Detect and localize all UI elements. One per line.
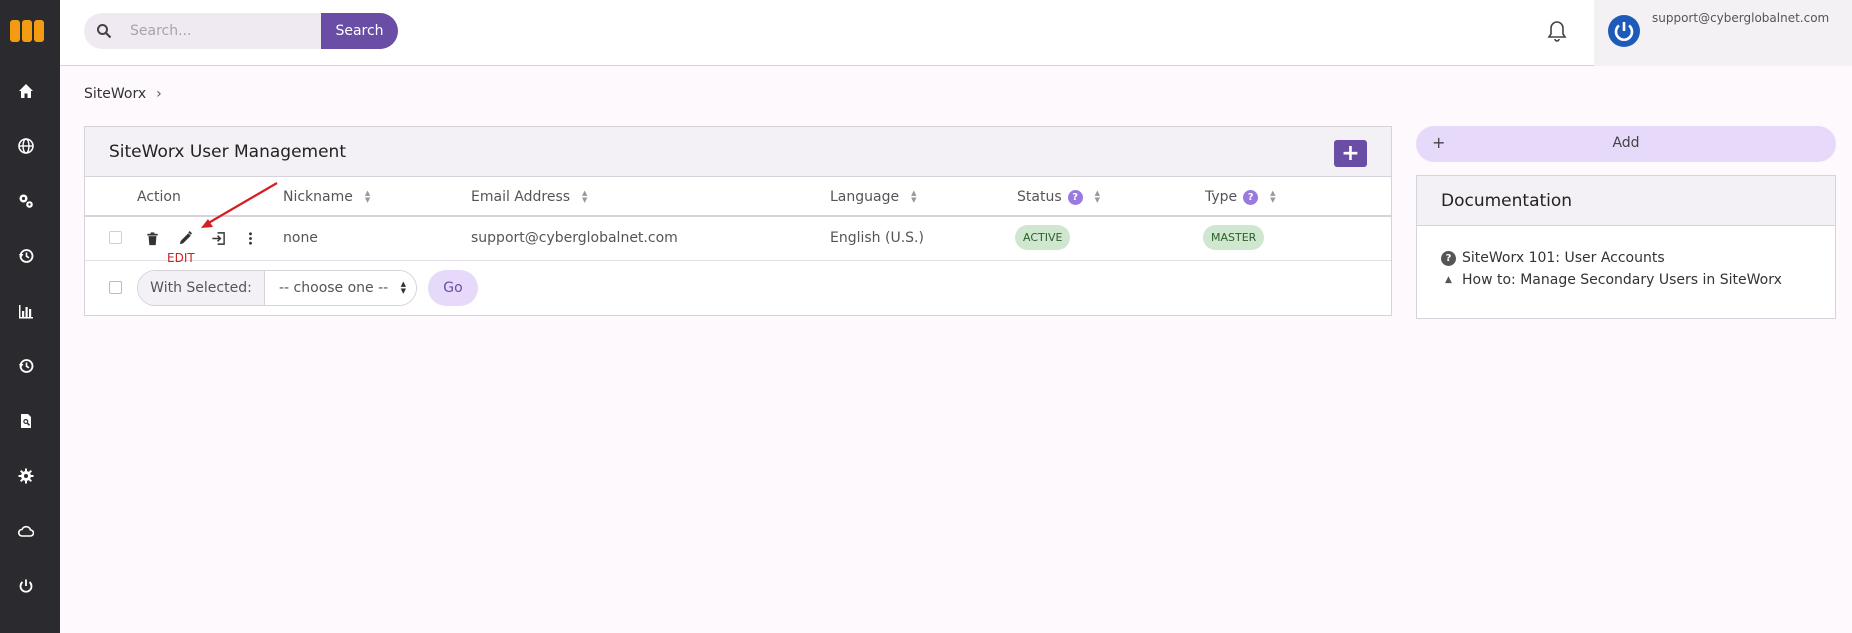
top-bar: Search support@cyberglobalnet.com <box>60 0 1852 66</box>
panel-header: SiteWorx User Management + <box>85 127 1391 177</box>
doc-link-label: How to: Manage Secondary Users in SiteWo… <box>1462 272 1782 288</box>
breadcrumb-siteworx[interactable]: SiteWorx <box>84 86 146 102</box>
column-type[interactable]: Type? ▲ ▼ <box>1205 189 1276 205</box>
type-badge: MASTER <box>1203 225 1265 250</box>
annotation-arrow <box>201 182 278 228</box>
sidebar <box>0 0 60 633</box>
cell-language: English (U.S.) <box>830 230 924 246</box>
gear-icon[interactable] <box>16 466 36 486</box>
cell-email: support@cyberglobalnet.com <box>471 230 678 246</box>
go-button[interactable]: Go <box>428 270 478 306</box>
search-button[interactable]: Search <box>321 13 398 49</box>
search-icon <box>97 24 112 39</box>
column-status-label: Status <box>1017 189 1062 205</box>
search-box <box>84 13 321 49</box>
globe-icon[interactable] <box>16 136 36 156</box>
column-nickname-label: Nickname <box>283 189 353 205</box>
chevron-right-icon: › <box>156 86 162 102</box>
doc-link-secondary-users[interactable]: ▲ How to: Manage Secondary Users in Site… <box>1441 272 1782 288</box>
column-action-label: Action <box>137 189 181 205</box>
add-button[interactable]: + Add <box>1416 126 1836 162</box>
question-icon: ? <box>1441 250 1456 266</box>
sort-icon: ▲ ▼ <box>364 189 371 204</box>
with-selected-group: With Selected: -- choose one -- ▲ ▼ <box>137 270 417 306</box>
panel-title: SiteWorx User Management <box>109 142 346 162</box>
power-icon[interactable] <box>16 576 36 596</box>
row-checkbox[interactable] <box>109 231 122 244</box>
bulk-actions: With Selected: -- choose one -- ▲ ▼ Go <box>85 261 1391 315</box>
user-menu[interactable]: support@cyberglobalnet.com <box>1594 0 1852 66</box>
bulk-action-select[interactable]: -- choose one -- ▲ ▼ <box>265 271 416 305</box>
documentation-title: Documentation <box>1441 191 1573 211</box>
edit-pencil-icon[interactable] <box>176 229 194 247</box>
sort-icon: ▲ ▼ <box>911 189 917 204</box>
help-icon[interactable]: ? <box>1243 189 1259 205</box>
cogs-icon[interactable] <box>16 191 36 211</box>
home-icon[interactable] <box>16 81 36 101</box>
breadcrumb: SiteWorx › <box>84 86 162 102</box>
bell-icon[interactable] <box>1547 20 1567 42</box>
documentation-header: Documentation <box>1417 176 1835 226</box>
add-button-label: Add <box>1612 135 1640 151</box>
column-language[interactable]: Language ▲ ▼ <box>830 189 916 205</box>
column-email-label: Email Address <box>471 189 571 205</box>
bulk-action-select-value: -- choose one -- <box>279 280 389 296</box>
history-icon[interactable] <box>16 246 36 266</box>
doc-link-label: SiteWorx 101: User Accounts <box>1462 250 1665 266</box>
help-icon[interactable]: ? <box>1067 189 1083 205</box>
add-user-button[interactable]: + <box>1334 140 1367 167</box>
column-action: Action <box>137 189 181 205</box>
select-all-checkbox[interactable] <box>109 281 122 294</box>
more-options-icon[interactable] <box>241 229 259 247</box>
with-selected-label: With Selected: <box>138 271 265 305</box>
sort-icon: ▲ ▼ <box>582 189 588 204</box>
trash-icon[interactable] <box>143 229 161 247</box>
login-icon[interactable] <box>209 229 227 247</box>
search-file-icon[interactable] <box>16 411 36 431</box>
cloud-icon[interactable] <box>16 521 36 541</box>
table-row: EDIT none support@cyberglobalnet.com Eng… <box>85 182 1391 265</box>
column-language-label: Language <box>830 189 900 205</box>
documentation-panel: Documentation ? SiteWorx 101: User Accou… <box>1416 175 1836 319</box>
user-email: support@cyberglobalnet.com <box>1652 11 1830 25</box>
column-email[interactable]: Email Address ▲ ▼ <box>471 189 587 205</box>
caret-up-icon: ▲ <box>1445 275 1452 285</box>
sort-icon: ▲ ▼ <box>1270 189 1276 204</box>
user-management-panel: SiteWorx User Management + Action Nickna… <box>84 126 1392 316</box>
logo-icon[interactable] <box>10 20 44 42</box>
column-nickname[interactable]: Nickname ▲ ▼ <box>283 189 370 205</box>
cell-nickname: none <box>283 230 318 246</box>
search-input[interactable] <box>130 21 310 41</box>
bar-chart-icon[interactable] <box>16 301 36 321</box>
select-arrows-icon: ▲ ▼ <box>400 280 406 295</box>
column-type-label: Type <box>1205 189 1238 205</box>
doc-link-user-accounts[interactable]: ? SiteWorx 101: User Accounts <box>1441 250 1665 266</box>
sort-icon: ▲ ▼ <box>1094 189 1101 204</box>
table-header: Action Nickname ▲ ▼ Email Address ▲ ▼ Langua… <box>85 177 1391 217</box>
status-badge: ACTIVE <box>1015 225 1071 250</box>
avatar <box>1608 15 1640 47</box>
column-status[interactable]: Status? ▲ ▼ <box>1017 189 1100 205</box>
backup-icon[interactable] <box>16 356 36 376</box>
